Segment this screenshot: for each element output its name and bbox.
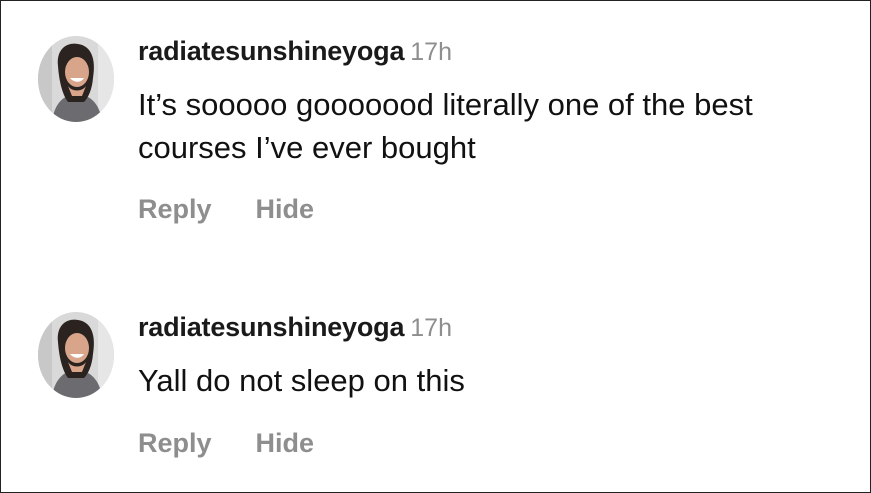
reply-button[interactable]: Reply	[138, 428, 212, 459]
username-link[interactable]: radiatesunshineyoga	[138, 312, 404, 342]
comment-text: Yall do not sleep on this	[138, 363, 465, 398]
comment-meta: radiatesunshineyoga 17h	[138, 312, 452, 343]
timestamp: 17h	[410, 314, 452, 342]
avatar-photo	[38, 312, 114, 398]
screenshot-frame	[0, 0, 871, 493]
avatar-photo	[38, 36, 114, 122]
hide-button[interactable]: Hide	[256, 428, 315, 459]
timestamp: 17h	[410, 38, 452, 66]
comment-actions: Reply Hide	[138, 194, 314, 225]
avatar[interactable]	[38, 36, 114, 122]
comment-meta: radiatesunshineyoga 17h	[138, 36, 452, 67]
hide-button[interactable]: Hide	[256, 194, 315, 225]
comment-actions: Reply Hide	[138, 428, 314, 459]
username-link[interactable]: radiatesunshineyoga	[138, 36, 404, 66]
reply-button[interactable]: Reply	[138, 194, 212, 225]
comment-text: It’s sooooo gooooood literally one of th…	[138, 87, 753, 165]
avatar[interactable]	[38, 312, 114, 398]
